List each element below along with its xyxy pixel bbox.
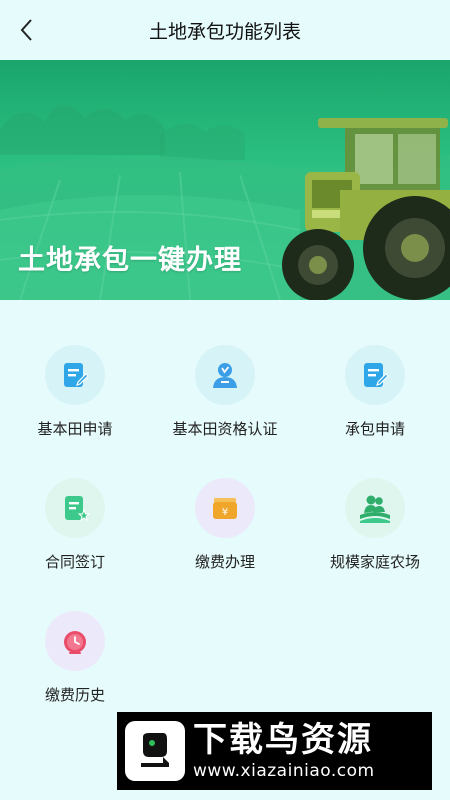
function-label: 缴费历史	[44, 686, 105, 704]
function-label: 规模家庭农场	[329, 553, 420, 571]
top-bar: 土地承包功能列表	[0, 0, 450, 60]
watermark-overlay: 下载鸟资源 www.xiazainiao.com	[117, 712, 432, 790]
function-contract-application[interactable]: 承包申请	[300, 345, 450, 455]
watermark-cn: 下载鸟资源	[193, 720, 373, 760]
document-edit-icon	[64, 363, 89, 387]
back-arrow-icon	[20, 19, 32, 41]
function-basic-field-qualification[interactable]: 基本田资格认证	[150, 345, 300, 455]
function-label: 基本田申请	[37, 420, 113, 438]
function-label: 承包申请	[344, 420, 405, 438]
icon-circle: ¥	[195, 478, 255, 538]
bird-logo-icon	[141, 733, 169, 767]
clock-history-icon	[64, 631, 86, 654]
family-farm-icon	[360, 495, 390, 523]
wallet-yuan-icon: ¥	[213, 498, 237, 519]
function-family-farm[interactable]: 规模家庭农场	[300, 478, 450, 588]
user-verified-icon	[213, 363, 237, 388]
watermark-text: 下载鸟资源 www.xiazainiao.com	[193, 720, 375, 782]
icon-circle	[345, 345, 405, 405]
back-button[interactable]	[12, 15, 42, 45]
svg-text:¥: ¥	[222, 507, 228, 518]
icon-circle	[345, 478, 405, 538]
function-label: 合同签订	[44, 553, 105, 571]
function-payment-history[interactable]: 缴费历史	[0, 611, 150, 721]
function-payment[interactable]: ¥ 缴费办理	[150, 478, 300, 588]
icon-circle	[45, 345, 105, 405]
watermark-url: www.xiazainiao.com	[193, 761, 375, 781]
watermark-logo	[125, 721, 185, 781]
function-contract-signing[interactable]: 合同签订	[0, 478, 150, 588]
banner-title: 土地承包一键办理	[18, 245, 242, 276]
function-label: 基本田资格认证	[172, 420, 278, 438]
icon-circle	[45, 611, 105, 671]
page-title: 土地承包功能列表	[148, 20, 301, 43]
contract-star-icon	[65, 496, 90, 522]
hero-banner: 土地承包一键办理	[0, 60, 450, 300]
document-edit-icon	[364, 363, 389, 387]
icon-circle	[45, 478, 105, 538]
function-basic-field-application[interactable]: 基本田申请	[0, 345, 150, 455]
function-label: 缴费办理	[194, 553, 255, 571]
icon-circle	[195, 345, 255, 405]
